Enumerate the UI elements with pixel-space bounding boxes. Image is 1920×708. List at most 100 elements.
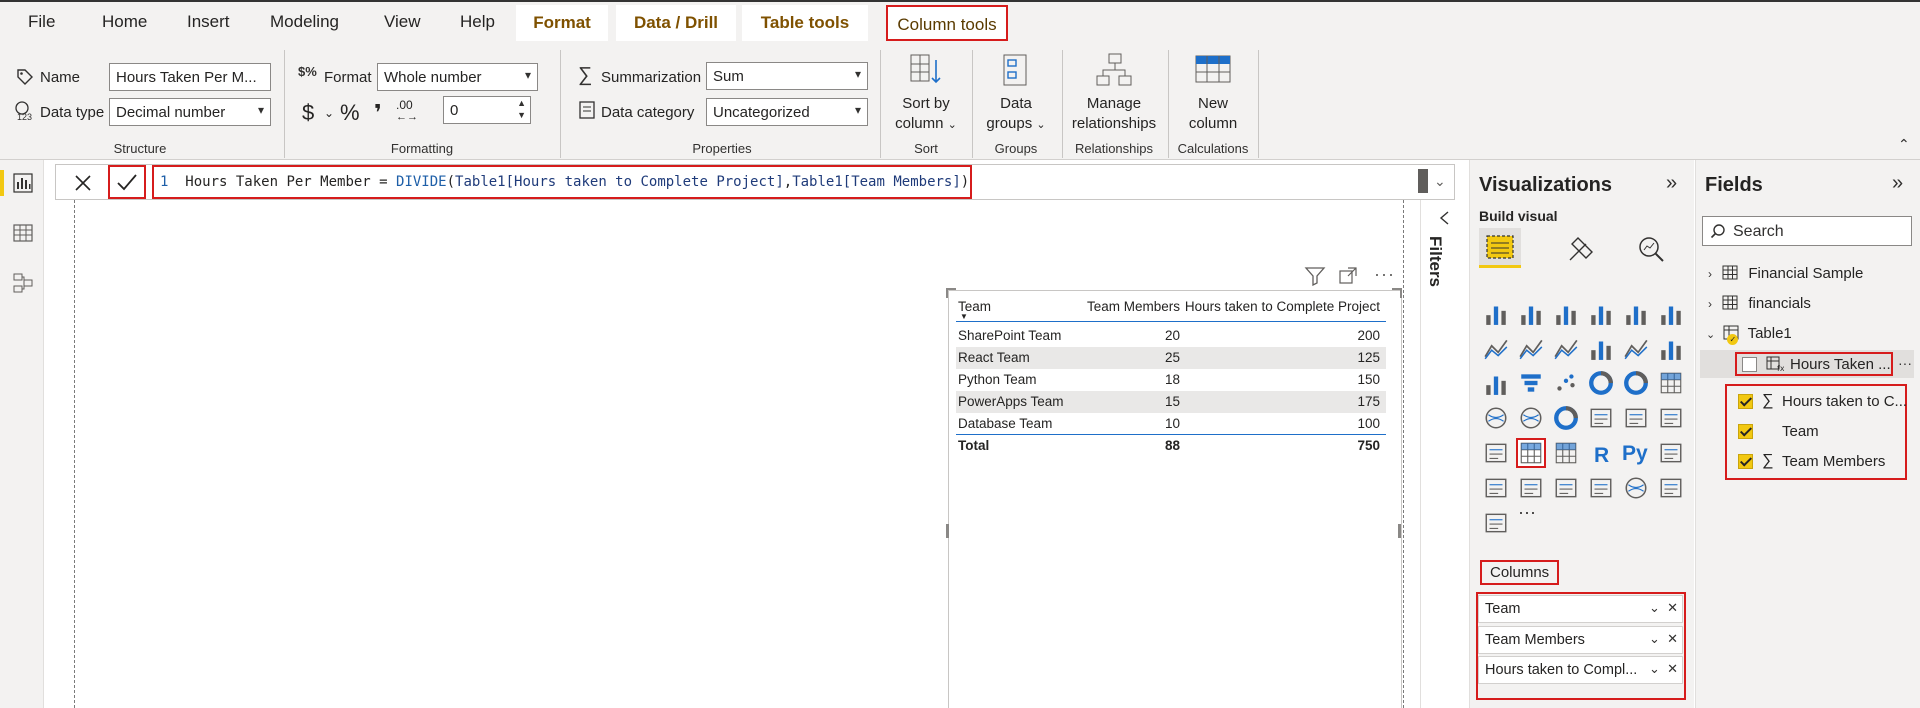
filters-pane-collapsed[interactable]: Filters — [1420, 200, 1468, 708]
well-controls[interactable]: ⌄ ✕ — [1649, 631, 1678, 647]
card-icon[interactable] — [1588, 405, 1614, 431]
header-team-members[interactable]: Team Members — [1087, 299, 1180, 314]
menu-help[interactable]: Help — [460, 12, 495, 32]
decimal-button[interactable]: .00 ←→ — [396, 99, 418, 123]
stepper-arrows-icon[interactable]: ▲ ▼ — [517, 97, 526, 121]
stacked-column-icon[interactable] — [1518, 300, 1544, 326]
stacked-area-icon[interactable] — [1553, 335, 1579, 361]
tab-format[interactable]: Format — [516, 5, 608, 41]
r-visual-icon[interactable]: R — [1594, 444, 1609, 468]
focus-mode-icon[interactable] — [1338, 266, 1358, 286]
well-controls[interactable]: ⌄ ✕ — [1649, 661, 1678, 677]
field-checkbox[interactable] — [1738, 454, 1753, 469]
table-row[interactable]: PowerApps Team 15 175 — [956, 391, 1386, 413]
menu-home[interactable]: Home — [102, 12, 147, 32]
chevron-right-icon[interactable]: › — [1708, 267, 1712, 281]
slicer-icon[interactable] — [1483, 440, 1509, 466]
chevron-down-icon[interactable]: ⌄ — [1706, 329, 1715, 341]
decimals-stepper[interactable]: 0 ▲ ▼ — [443, 96, 531, 124]
table-table1[interactable]: ⌄ ✓ Table1 — [1706, 325, 1792, 345]
pie-icon[interactable] — [1588, 370, 1614, 396]
more-visuals-icon[interactable]: ··· — [1518, 502, 1536, 523]
name-field[interactable]: Hours Taken Per M... — [109, 63, 271, 91]
bar-100-icon[interactable] — [1623, 300, 1649, 326]
paginated-report-icon[interactable] — [1588, 475, 1614, 501]
python-visual-icon[interactable]: Py — [1622, 442, 1648, 466]
smart-narrative-icon[interactable] — [1553, 475, 1579, 501]
scatter-icon[interactable] — [1553, 370, 1579, 396]
line-chart-icon[interactable] — [1483, 335, 1509, 361]
sort-by-column-button[interactable]: Sort by column ⌄ — [886, 52, 966, 135]
data-view-icon[interactable] — [12, 222, 34, 244]
expand-formula-icon[interactable]: ⌄ — [1434, 173, 1446, 190]
model-view-icon[interactable] — [12, 272, 34, 294]
collapse-pane-icon[interactable]: » — [1666, 172, 1677, 195]
header-hours[interactable]: Hours taken to Complete Project — [1185, 299, 1380, 314]
format-dropdown[interactable]: Whole number ▾ — [377, 63, 538, 91]
resize-handle[interactable] — [946, 288, 956, 298]
power-automate-icon[interactable] — [1483, 510, 1509, 536]
fields-search[interactable]: Search — [1702, 216, 1912, 246]
more-options-icon[interactable]: ··· — [1374, 264, 1395, 285]
formula-bar[interactable]: 1 Hours Taken Per Member = DIVIDE(Table1… — [55, 164, 1455, 200]
clustered-column-icon[interactable] — [1588, 300, 1614, 326]
line-column-icon[interactable] — [1588, 335, 1614, 361]
waterfall-icon[interactable] — [1483, 370, 1509, 396]
column-100-icon[interactable] — [1658, 300, 1684, 326]
menu-insert[interactable]: Insert — [187, 12, 230, 32]
field-checkbox[interactable] — [1742, 357, 1757, 372]
line-clustered-icon[interactable] — [1623, 335, 1649, 361]
resize-handle[interactable] — [1398, 524, 1401, 538]
field-checkbox[interactable] — [1738, 424, 1753, 439]
table-row[interactable]: SharePoint Team 20 200 — [956, 325, 1386, 347]
manage-relationships-button[interactable]: Manage relationships — [1064, 52, 1164, 134]
column-well-team-members[interactable]: Team Members ⌄ ✕ — [1478, 626, 1683, 654]
well-controls[interactable]: ⌄ ✕ — [1649, 600, 1678, 616]
gauge-icon[interactable] — [1553, 405, 1579, 431]
menu-modeling[interactable]: Modeling — [270, 12, 339, 32]
decomposition-tree-icon[interactable] — [1483, 475, 1509, 501]
filter-icon[interactable] — [1304, 266, 1326, 286]
table-row[interactable]: Database Team 10 100 — [956, 413, 1386, 435]
new-column-button[interactable]: New column — [1170, 52, 1256, 134]
collapse-ribbon-icon[interactable]: ⌃ — [1898, 136, 1910, 153]
tab-column-tools[interactable]: Column tools — [886, 5, 1008, 41]
map-icon[interactable] — [1483, 405, 1509, 431]
build-visual-tab[interactable] — [1479, 228, 1521, 268]
menu-file[interactable]: File — [28, 12, 55, 32]
more-options-icon[interactable]: ··· — [1898, 355, 1912, 371]
field-checkbox[interactable] — [1738, 394, 1753, 409]
filters-label[interactable]: Filters — [1425, 236, 1445, 287]
resize-handle[interactable] — [1392, 288, 1402, 298]
power-apps-icon[interactable] — [1658, 475, 1684, 501]
donut-icon[interactable] — [1623, 370, 1649, 396]
percent-button[interactable]: % — [340, 100, 360, 126]
column-well-team[interactable]: Team ⌄ ✕ — [1478, 595, 1683, 623]
funnel-icon[interactable] — [1518, 370, 1544, 396]
menu-view[interactable]: View — [384, 12, 421, 32]
table-visual-icon[interactable] — [1516, 438, 1546, 468]
table-row[interactable]: React Team 25 125 — [956, 347, 1386, 369]
column-well-hours[interactable]: Hours taken to Compl... ⌄ ✕ — [1478, 656, 1683, 684]
formula-scrollbar[interactable] — [1418, 169, 1428, 193]
kpi-icon[interactable] — [1658, 405, 1684, 431]
table-financial-sample[interactable]: › Financial Sample — [1708, 265, 1863, 282]
key-influencers-icon[interactable] — [1658, 440, 1684, 466]
area-chart-icon[interactable] — [1518, 335, 1544, 361]
currency-button[interactable]: $ — [302, 100, 314, 126]
format-visual-icon[interactable] — [1566, 234, 1596, 264]
treemap-icon[interactable] — [1658, 370, 1684, 396]
ribbon-chart-icon[interactable] — [1658, 335, 1684, 361]
formula-input[interactable]: 1 Hours Taken Per Member = DIVIDE(Table1… — [152, 165, 972, 199]
expand-left-icon[interactable] — [1437, 210, 1453, 226]
datatype-dropdown[interactable]: Decimal number ▾ — [109, 98, 271, 126]
table-row[interactable]: Python Team 18 150 — [956, 369, 1386, 391]
clustered-bar-icon[interactable] — [1553, 300, 1579, 326]
chevron-down-icon[interactable]: ⌄ — [324, 106, 334, 120]
commit-formula-button[interactable] — [108, 165, 146, 199]
comma-button[interactable]: ❜ — [374, 100, 382, 126]
table-financials[interactable]: › financials — [1708, 295, 1811, 312]
report-view-icon[interactable] — [12, 172, 34, 194]
analytics-icon[interactable] — [1636, 234, 1666, 264]
qa-icon[interactable] — [1518, 475, 1544, 501]
